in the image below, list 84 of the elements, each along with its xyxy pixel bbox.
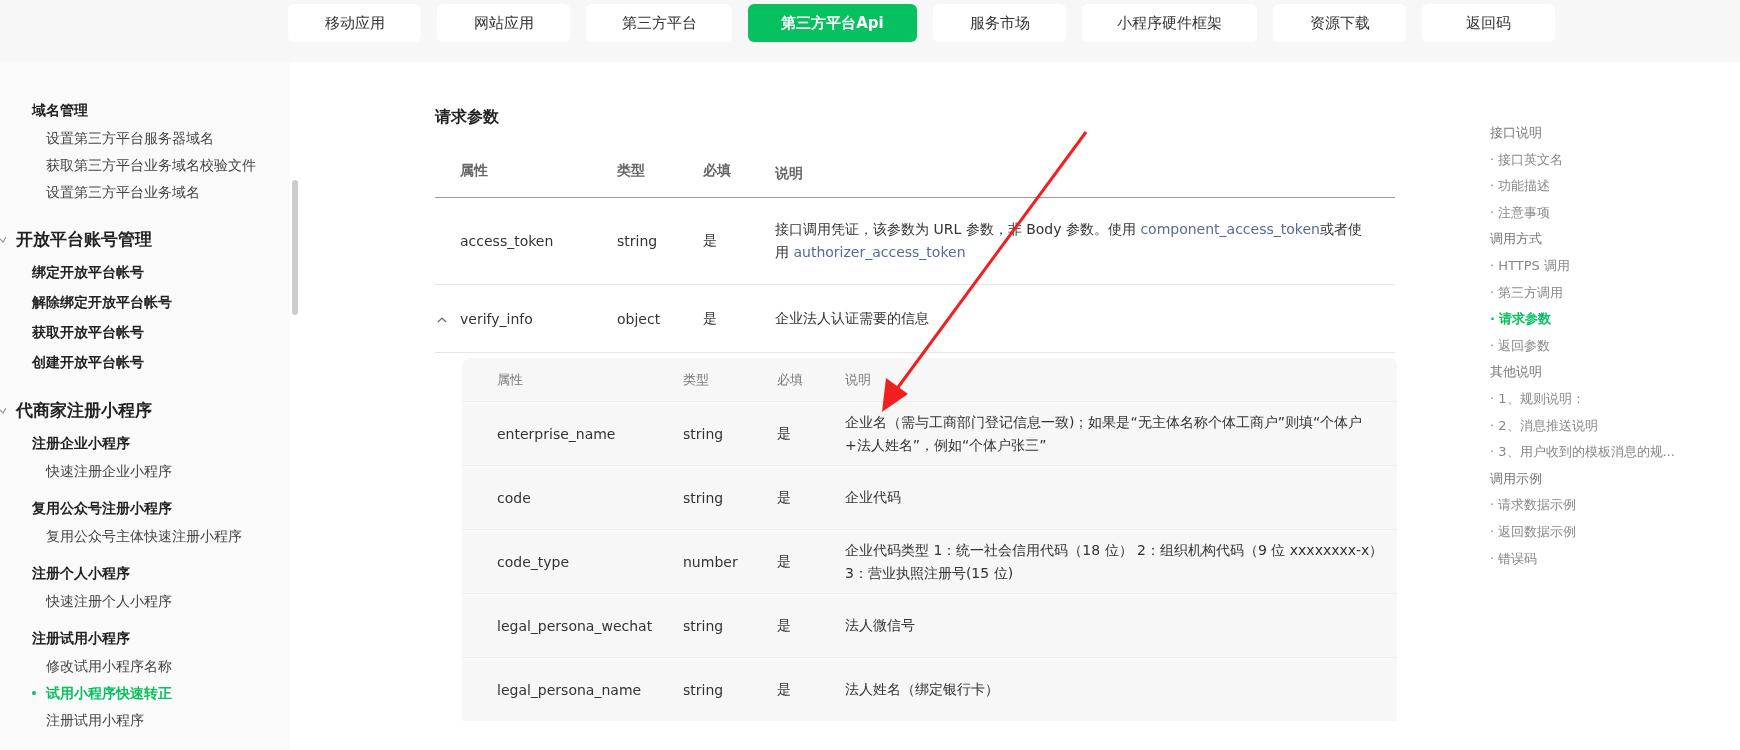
chevron-icon[interactable] bbox=[0, 406, 6, 415]
sidebar-group[interactable]: 创建开放平台帐号 bbox=[0, 347, 290, 377]
toc-link[interactable]: 调用方式 bbox=[1490, 226, 1675, 253]
table-cell-text: 是 bbox=[777, 552, 792, 571]
scrollbar[interactable] bbox=[292, 180, 298, 315]
column-header: 属性 bbox=[459, 162, 489, 180]
toc-link[interactable]: · 接口英文名 bbox=[1490, 146, 1675, 174]
table-cell-text: string bbox=[617, 233, 659, 249]
column-header: 类型 bbox=[683, 370, 710, 389]
sidebar-group[interactable]: 复用公众号注册小程序 bbox=[0, 493, 290, 523]
table-cell-text: string bbox=[683, 617, 725, 634]
table-cell-text: 法人姓名（绑定银行卡） bbox=[845, 680, 1000, 699]
sidebar-item[interactable]: 设置第三方平台服务器域名 bbox=[0, 125, 290, 152]
toc-link[interactable]: · 返回数据示例 bbox=[1490, 518, 1675, 546]
toc-link[interactable]: · HTTPS 调用 bbox=[1490, 252, 1675, 280]
toc-link[interactable]: · 第三方调用 bbox=[1490, 279, 1675, 307]
table-cell-text: 是 bbox=[703, 232, 718, 250]
sidebar-group[interactable]: 域名管理 bbox=[0, 95, 290, 125]
nav-tab[interactable]: 服务市场 bbox=[933, 4, 1066, 42]
sidebar-item[interactable]: 获取第三方平台业务域名校验文件 bbox=[0, 152, 290, 179]
table-cell-text: 是 bbox=[703, 309, 718, 328]
toc-link[interactable]: 调用示例 bbox=[1490, 465, 1675, 493]
table-cell-text: 是 bbox=[777, 616, 792, 635]
nav-tab[interactable]: 第三方平台 bbox=[586, 4, 732, 42]
nav-tab[interactable]: 移动应用 bbox=[288, 4, 421, 42]
sidebar-group[interactable]: 注册企业小程序 bbox=[0, 428, 290, 458]
link[interactable]: component_access_token bbox=[1140, 221, 1320, 237]
sidebar-item[interactable]: 复用公众号主体快速注册小程序 bbox=[0, 523, 290, 550]
table-cell-text: 企业代码类型 1：统一社会信用代码（18 位） 2：组织机构代码（9 位 xxxxxxxx-x） 3：营业执照注册号(15 位) bbox=[845, 540, 1385, 583]
sidebar-group[interactable]: 解除绑定开放平台帐号 bbox=[0, 287, 290, 317]
toc-link[interactable]: · 功能描述 bbox=[1490, 173, 1675, 200]
toc-link[interactable]: · 请求数据示例 bbox=[1490, 492, 1675, 519]
sidebar-item[interactable]: 注册试用小程序 bbox=[0, 707, 290, 734]
table-cell-text: number bbox=[683, 553, 739, 570]
toc-link[interactable]: · 返回参数 bbox=[1490, 332, 1675, 360]
sidebar-group[interactable]: 注册试用小程序 bbox=[0, 623, 290, 653]
sidebar-group[interactable]: 注册个人小程序 bbox=[0, 558, 290, 588]
table-cell: verify_info bbox=[460, 310, 533, 327]
table-cell-text: 是 bbox=[777, 680, 792, 699]
sidebar-group[interactable]: 绑定开放平台帐号 bbox=[0, 257, 290, 287]
table-cell-text: string bbox=[683, 425, 725, 442]
toc-link[interactable]: 接口说明 bbox=[1490, 120, 1675, 147]
table-cell-text: legal_persona_wechat bbox=[496, 617, 654, 634]
table-cell-text: enterprise_name bbox=[496, 425, 617, 442]
table-cell-text: legal_persona_name bbox=[496, 681, 643, 698]
toc-link[interactable]: · 2、消息推送说明 bbox=[1490, 412, 1675, 440]
column-header: 类型 bbox=[617, 162, 646, 180]
table-cell-text: string bbox=[683, 489, 725, 506]
table-cell-text: 法人微信号 bbox=[845, 616, 916, 635]
toc-link[interactable]: · 1、规则说明： bbox=[1490, 385, 1675, 413]
sidebar-item[interactable]: 设置第三方平台业务域名 bbox=[0, 179, 290, 206]
nav-tab[interactable]: 返回码 bbox=[1422, 4, 1555, 42]
table-cell-text: code_type bbox=[496, 553, 571, 570]
column-header: 必填 bbox=[703, 162, 732, 180]
sidebar-section[interactable]: 代商家注册小程序 bbox=[16, 399, 152, 422]
column-header: 必填 bbox=[777, 370, 804, 389]
table-cell-text: 是 bbox=[777, 488, 792, 507]
chevron-icon[interactable] bbox=[437, 316, 447, 323]
table-cell-text: 企业名（需与工商部门登记信息一致)；如果是“无主体名称个体工商户”则填“个体户+法人姓名”，例如“个体户张三” bbox=[845, 412, 1364, 455]
sidebar-section[interactable]: 开放平台账号管理 bbox=[16, 228, 152, 251]
nav-tab[interactable]: 网站应用 bbox=[437, 4, 570, 42]
section-title: 请求参数 bbox=[435, 107, 500, 128]
sidebar-item[interactable]: 快速注册企业小程序 bbox=[0, 458, 290, 485]
toc-link[interactable]: 其他说明 bbox=[1490, 359, 1675, 386]
sidebar-item[interactable]: 快速注册个人小程序 bbox=[0, 588, 290, 615]
table-cell-text: code bbox=[496, 489, 532, 506]
table-cell: 企业法人认证需要的信息 bbox=[775, 310, 929, 326]
nav-tab[interactable]: 小程序硬件框架 bbox=[1082, 4, 1257, 42]
column-header: 说明 bbox=[775, 164, 804, 183]
toc-link[interactable]: · 错误码 bbox=[1490, 545, 1675, 573]
column-header: 属性 bbox=[496, 370, 524, 389]
column-header: 说明 bbox=[845, 371, 871, 389]
table-cell-text: 企业代码 bbox=[845, 488, 902, 507]
table-cell-text: 是 bbox=[777, 424, 792, 443]
chevron-icon[interactable] bbox=[0, 235, 6, 244]
table-cell-text: string bbox=[683, 681, 725, 698]
sidebar-item[interactable]: 修改试用小程序名称 bbox=[0, 653, 290, 680]
nav-tab[interactable]: 资源下载 bbox=[1273, 4, 1406, 42]
toc-link[interactable]: · 注意事项 bbox=[1490, 199, 1675, 227]
table-cell-text: object bbox=[617, 310, 662, 327]
table-cell: access_token bbox=[460, 233, 554, 249]
toc-link[interactable]: · 3、用户收到的模板消息的规... bbox=[1490, 439, 1675, 466]
link[interactable]: authorizer_access_token bbox=[793, 244, 966, 260]
sidebar-group[interactable]: 获取开放平台帐号 bbox=[0, 317, 290, 347]
